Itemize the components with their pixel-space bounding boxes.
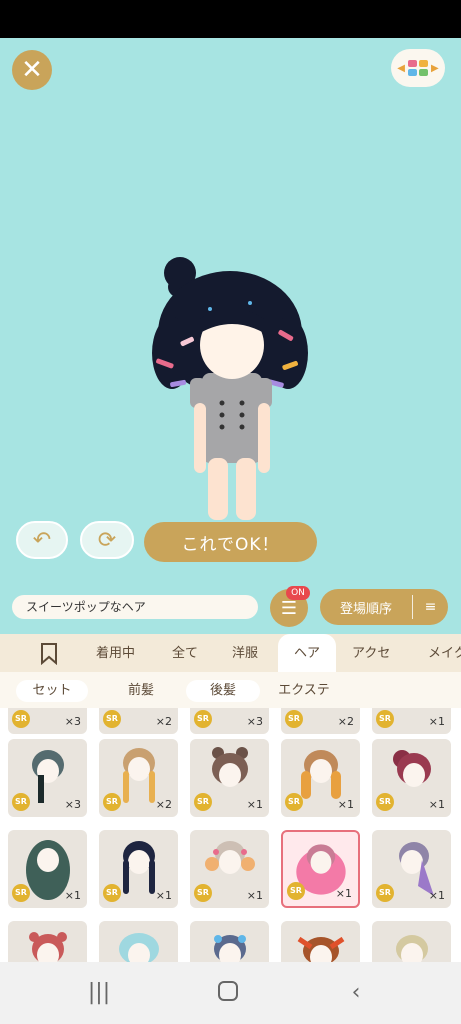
close-button[interactable]: ✕: [12, 50, 52, 90]
rarity-badge: SR: [194, 793, 212, 811]
sliders-icon: ☰: [280, 597, 298, 619]
item-card[interactable]: SR ×1: [281, 739, 360, 817]
item-card[interactable]: [190, 921, 269, 962]
item-card[interactable]: SR ×2: [99, 708, 178, 734]
category-tabs: 着用中 全て 洋服 ヘア アクセ メイク: [0, 634, 461, 672]
rarity-badge: SR: [194, 884, 212, 902]
sort-button[interactable]: 登場順序 ≡: [320, 589, 448, 625]
filter-on-badge: ON: [286, 586, 310, 600]
item-count: ×2: [337, 715, 354, 728]
hair-item-image: [29, 932, 67, 962]
item-grid: SR ×3 SR ×2 SR ×3 SR ×2 SR ×1 SR ×3 SR ×…: [0, 708, 461, 962]
home-icon[interactable]: [216, 980, 240, 1006]
subtab-back-hair[interactable]: 後髪: [186, 680, 260, 702]
layout-toggle-icon: ◀ ▶: [397, 60, 439, 76]
filter-bar: スイーツポップなヘア ☰ ON 登場順序 ≡: [0, 580, 461, 634]
hair-item-image: [396, 935, 428, 962]
item-count: ×1: [155, 889, 172, 902]
hair-item-image: [119, 933, 159, 962]
item-card[interactable]: SR ×1: [190, 830, 269, 908]
rarity-badge: SR: [103, 710, 121, 728]
subtab-extension[interactable]: エクステ: [268, 680, 340, 702]
item-count: ×1: [428, 889, 445, 902]
sort-order-icon[interactable]: ≡: [413, 599, 448, 615]
divider: [412, 595, 413, 619]
item-card[interactable]: SR ×2: [99, 739, 178, 817]
tab-makeup[interactable]: メイク: [428, 634, 461, 672]
rarity-badge: SR: [12, 710, 30, 728]
preview-stage: ✕ ◀ ▶ ↶ ⟳ これでOK！: [0, 38, 461, 580]
rarity-badge: SR: [103, 884, 121, 902]
rarity-badge: SR: [376, 884, 394, 902]
item-card[interactable]: SR ×1: [372, 739, 451, 817]
item-card[interactable]: SR ×2: [281, 708, 360, 734]
refresh-icon: ⟳: [97, 527, 117, 553]
avatar-character: [152, 257, 308, 520]
item-card[interactable]: SR ×1: [190, 739, 269, 817]
bookmark-icon[interactable]: [40, 643, 58, 665]
status-bar: [0, 0, 461, 38]
item-card-selected[interactable]: SR ×1: [281, 830, 360, 908]
item-count: ×1: [246, 889, 263, 902]
reset-button[interactable]: ⟳: [80, 521, 134, 559]
subtab-bangs[interactable]: 前髪: [110, 680, 172, 702]
item-card[interactable]: SR ×1: [99, 830, 178, 908]
hair-subtabs: セット 前髪 後髪 エクステ: [0, 672, 461, 708]
item-card[interactable]: SR ×3: [8, 739, 87, 817]
tab-all[interactable]: 全て: [172, 634, 212, 672]
item-card[interactable]: [99, 921, 178, 962]
item-count: ×2: [155, 715, 172, 728]
item-card[interactable]: [372, 921, 451, 962]
item-count: ×1: [428, 715, 445, 728]
item-count: ×3: [64, 715, 81, 728]
item-count: ×1: [337, 798, 354, 811]
tab-accessory[interactable]: アクセ: [352, 634, 402, 672]
item-card[interactable]: SR ×1: [372, 708, 451, 734]
item-card[interactable]: SR ×3: [8, 708, 87, 734]
item-card[interactable]: [8, 921, 87, 962]
rarity-badge: SR: [12, 793, 30, 811]
confirm-button[interactable]: これでOK！: [144, 522, 317, 562]
rarity-badge: SR: [285, 793, 303, 811]
subtab-set[interactable]: セット: [16, 680, 88, 702]
hair-item-image: [214, 935, 246, 962]
tab-hair[interactable]: ヘア: [278, 634, 336, 672]
item-card[interactable]: SR ×1: [372, 830, 451, 908]
rarity-badge: SR: [376, 793, 394, 811]
item-count: ×3: [64, 798, 81, 811]
rarity-badge: SR: [12, 884, 30, 902]
item-count: ×1: [64, 889, 81, 902]
sort-label: 登場順序: [339, 601, 392, 617]
rarity-badge: SR: [285, 710, 303, 728]
item-set-name-field[interactable]: スイーツポップなヘア: [12, 595, 258, 619]
rarity-badge: SR: [103, 793, 121, 811]
item-card[interactable]: SR ×1: [8, 830, 87, 908]
rarity-badge: SR: [376, 710, 394, 728]
hair-item-image: [297, 936, 345, 962]
close-icon: ✕: [21, 55, 43, 85]
item-card[interactable]: SR ×3: [190, 708, 269, 734]
tab-wearing[interactable]: 着用中: [96, 634, 146, 672]
item-count: ×2: [155, 798, 172, 811]
item-count: ×1: [428, 798, 445, 811]
item-count: ×1: [246, 798, 263, 811]
tab-clothes[interactable]: 洋服: [232, 634, 272, 672]
item-card[interactable]: [281, 921, 360, 962]
undo-button[interactable]: ↶: [16, 521, 68, 559]
layout-toggle-button[interactable]: ◀ ▶: [391, 49, 445, 87]
recents-icon[interactable]: |||: [86, 980, 112, 1006]
undo-icon: ↶: [32, 527, 52, 553]
item-count: ×3: [246, 715, 263, 728]
rarity-badge: SR: [194, 710, 212, 728]
system-nav-bar: ||| ‹: [0, 962, 461, 1024]
back-icon[interactable]: ‹: [344, 980, 368, 1006]
item-count: ×1: [335, 887, 352, 900]
rarity-badge: SR: [287, 882, 305, 900]
